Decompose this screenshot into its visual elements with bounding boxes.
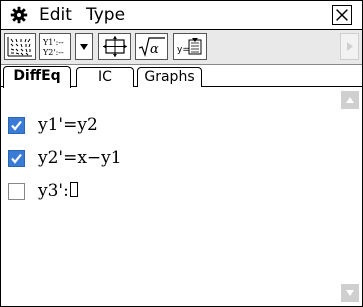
- tab-ic[interactable]: IC: [76, 67, 134, 87]
- slope-field-icon: [7, 37, 32, 57]
- tab-label: IC: [98, 69, 112, 85]
- svg-text:α: α: [150, 42, 159, 57]
- toolbar-scroll-right[interactable]: [340, 33, 359, 60]
- sqrt-alpha-icon: α: [138, 37, 165, 58]
- graph-editor-icon: y=: [177, 38, 202, 55]
- equation-text: y3':: [38, 181, 69, 201]
- equation-checkbox[interactable]: [8, 183, 25, 200]
- svg-text:Y2':--: Y2':--: [42, 48, 64, 57]
- tab-diffeq[interactable]: DiffEq: [3, 66, 71, 88]
- gear-icon[interactable]: [10, 6, 28, 24]
- vertical-scrollbar[interactable]: [339, 89, 361, 305]
- chevron-down-icon: [346, 290, 354, 296]
- math-keyboard-button[interactable]: α: [135, 33, 168, 60]
- tab-label: DiffEq: [13, 68, 61, 84]
- menu-type[interactable]: Type: [86, 5, 125, 25]
- scroll-down-button[interactable]: [341, 284, 359, 302]
- checkmark-icon: [11, 153, 22, 164]
- chevron-down-icon: [80, 43, 88, 50]
- svg-text:y=: y=: [177, 45, 190, 55]
- equation-text[interactable]: y2'=x−y1: [38, 148, 122, 168]
- close-icon[interactable]: [332, 5, 352, 25]
- equation-text[interactable]: y1'=y2: [38, 115, 98, 135]
- graph-editor-button[interactable]: y=: [173, 33, 207, 60]
- slope-field-button[interactable]: [4, 33, 36, 60]
- equation-input[interactable]: y3':: [38, 181, 78, 201]
- svg-text:Y1':--: Y1':--: [42, 38, 64, 47]
- toolbar: Y1':-- Y2':-- α y=: [1, 30, 362, 65]
- menu-edit[interactable]: Edit: [39, 5, 72, 25]
- view-window-icon: [102, 36, 127, 57]
- dropdown-button[interactable]: [75, 33, 93, 60]
- view-window-button[interactable]: [98, 33, 131, 60]
- tab-graphs[interactable]: Graphs: [137, 67, 202, 87]
- tab-bar: DiffEq IC Graphs: [1, 65, 362, 88]
- equation-row[interactable]: y3':: [1, 180, 341, 206]
- equation-checkbox[interactable]: [8, 117, 25, 134]
- equation-checkbox[interactable]: [8, 150, 25, 167]
- chevron-up-icon: [346, 97, 354, 103]
- scroll-up-button[interactable]: [341, 91, 359, 109]
- equation-row[interactable]: y2'=x−y1: [1, 147, 341, 173]
- checkmark-icon: [11, 120, 22, 131]
- tab-label: Graphs: [144, 69, 195, 85]
- menu-bar: Edit Type: [1, 1, 362, 30]
- app-screen: Edit Type Y1':-- Y2':-- α y= DiffEq IC G…: [0, 0, 363, 307]
- equation-row[interactable]: y1'=y2: [1, 114, 341, 140]
- equation-list-icon: Y1':-- Y2':--: [42, 38, 64, 57]
- equation-list-button[interactable]: Y1':-- Y2':--: [39, 33, 71, 60]
- chevron-right-icon: [347, 42, 353, 51]
- text-cursor: [69, 182, 78, 197]
